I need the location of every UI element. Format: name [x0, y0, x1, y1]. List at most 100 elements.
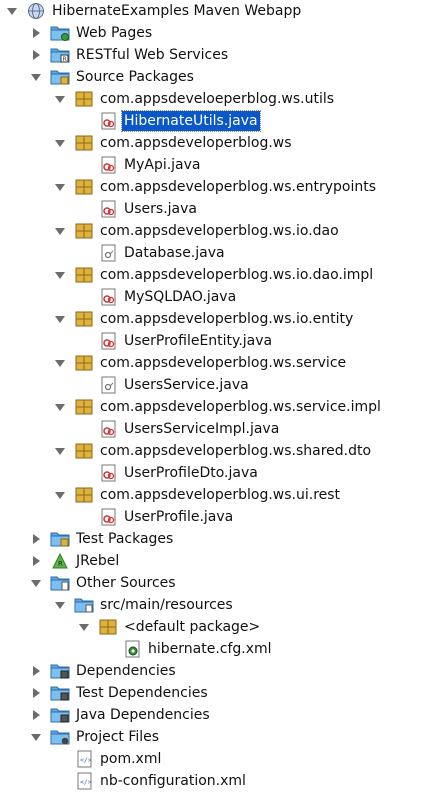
java-class-icon — [98, 508, 118, 526]
project-tree: HibernateExamples Maven Webapp Web Pages R… — [0, 0, 426, 800]
tree-node-com-appsdeveloeperblog-ws-utils[interactable]: com.appsdeveloeperblog.ws.utils — [0, 88, 426, 110]
expand-toggle-right-icon[interactable] — [30, 27, 42, 39]
expand-toggle-down-icon[interactable] — [30, 71, 42, 83]
tree-node-label: com.appsdeveloperblog.ws.io.dao.impl — [100, 267, 374, 283]
package-icon — [98, 618, 118, 636]
tree-node-com-appsdeveloperblog-ws-io-dao-impl[interactable]: com.appsdeveloperblog.ws.io.dao.impl — [0, 264, 426, 286]
tree-node-label: Test Packages — [76, 531, 174, 547]
tree-node-label: com.appsdeveloperblog.ws.io.entity — [100, 311, 354, 327]
expand-toggle-right-icon[interactable] — [30, 687, 42, 699]
tree-node-label: com.appsdeveloperblog.ws.service.impl — [100, 399, 381, 415]
expand-toggle-down-icon[interactable] — [6, 5, 18, 17]
java-class-icon — [98, 420, 118, 438]
tree-node-label: RESTful Web Services — [76, 47, 229, 63]
svg-text:</>: </> — [80, 756, 92, 764]
tree-node-label: com.appsdeveloperblog.ws.io.dao — [100, 223, 339, 239]
rest-services-folder-icon: R — [50, 46, 70, 64]
tree-node-com-appsdeveloperblog-ws-service[interactable]: com.appsdeveloperblog.ws.service — [0, 352, 426, 374]
tree-node-src-main-resources[interactable]: src/main/resources — [0, 594, 426, 616]
tree-node-label: UsersService.java — [124, 377, 249, 393]
tree-node-test-dependencies[interactable]: Test Dependencies — [0, 682, 426, 704]
resources-folder-icon — [74, 596, 94, 614]
tree-node-nb-configuration-xml[interactable]: </> nb-configuration.xml — [0, 770, 426, 792]
expand-toggle-right-icon[interactable] — [30, 555, 42, 567]
tree-node-userprofiledto-java[interactable]: UserProfileDto.java — [0, 462, 426, 484]
tree-node-mysqldao-java[interactable]: MySQLDAO.java — [0, 286, 426, 308]
tree-node-com-appsdeveloperblog-ws[interactable]: com.appsdeveloperblog.ws — [0, 132, 426, 154]
expand-toggle-right-icon[interactable] — [30, 533, 42, 545]
expand-toggle-right-icon[interactable] — [30, 665, 42, 677]
xml-file-icon: </> — [74, 750, 94, 768]
package-icon — [74, 354, 94, 372]
tree-node-label: Users.java — [124, 201, 197, 217]
tree-node-com-appsdeveloperblog-ws-entrypoints[interactable]: com.appsdeveloperblog.ws.entrypoints — [0, 176, 426, 198]
tree-node-database-java[interactable]: Database.java — [0, 242, 426, 264]
tree-node-usersserviceimpl-java[interactable]: UsersServiceImpl.java — [0, 418, 426, 440]
tree-node-users-java[interactable]: Users.java — [0, 198, 426, 220]
web-pages-folder-icon — [50, 24, 70, 42]
expand-toggle-right-icon[interactable] — [30, 709, 42, 721]
java-class-icon — [98, 156, 118, 174]
java-interface-icon — [98, 244, 118, 262]
source-packages-folder-icon — [50, 68, 70, 86]
tree-node-com-appsdeveloperblog-ws-ui-rest[interactable]: com.appsdeveloperblog.ws.ui.rest — [0, 484, 426, 506]
tree-node-label: Web Pages — [76, 25, 153, 41]
expand-toggle-down-icon[interactable] — [54, 357, 66, 369]
expand-toggle-down-icon[interactable] — [54, 269, 66, 281]
tree-node-dependencies[interactable]: Dependencies — [0, 660, 426, 682]
tree-node-com-appsdeveloperblog-ws-io-entity[interactable]: com.appsdeveloperblog.ws.io.entity — [0, 308, 426, 330]
tree-node-userprofileentity-java[interactable]: UserProfileEntity.java — [0, 330, 426, 352]
tree-node-web-pages[interactable]: Web Pages — [0, 22, 426, 44]
tree-node-java-dependencies[interactable]: Java Dependencies — [0, 704, 426, 726]
expand-toggle-right-icon[interactable] — [30, 49, 42, 61]
tree-node-hibernateutils-java[interactable]: HibernateUtils.java — [0, 110, 426, 132]
java-class-icon — [98, 200, 118, 218]
tree-node-hibernate-cfg-xml[interactable]: hibernate.cfg.xml — [0, 638, 426, 660]
tree-node-label: <default package> — [124, 619, 261, 635]
tree-node-jrebel[interactable]: R JRebel — [0, 550, 426, 572]
tree-node-project-files[interactable]: Project Files — [0, 726, 426, 748]
tree-node-myapi-java[interactable]: MyApi.java — [0, 154, 426, 176]
tree-node-default-package[interactable]: <default package> — [0, 616, 426, 638]
package-icon — [74, 310, 94, 328]
tree-node-pom-xml[interactable]: </> pom.xml — [0, 748, 426, 770]
expand-toggle-down-icon[interactable] — [54, 445, 66, 457]
tree-node-label: UserProfile.java — [124, 509, 234, 525]
expand-toggle-down-icon[interactable] — [30, 577, 42, 589]
expand-toggle-down-icon[interactable] — [54, 93, 66, 105]
expand-toggle-down-icon[interactable] — [30, 731, 42, 743]
tree-node-usersservice-java[interactable]: UsersService.java — [0, 374, 426, 396]
java-interface-icon — [98, 376, 118, 394]
tree-node-test-packages[interactable]: Test Packages — [0, 528, 426, 550]
expand-toggle-down-icon[interactable] — [54, 401, 66, 413]
tree-node-label: MySQLDAO.java — [124, 289, 237, 305]
project-files-folder-icon — [50, 728, 70, 746]
tree-node-other-sources[interactable]: Other Sources — [0, 572, 426, 594]
expand-toggle-down-icon[interactable] — [54, 137, 66, 149]
tree-node-label: Other Sources — [76, 575, 176, 591]
tree-node-label: com.appsdeveloperblog.ws.service — [100, 355, 347, 371]
java-class-icon — [98, 288, 118, 306]
tree-node-source-packages[interactable]: Source Packages — [0, 66, 426, 88]
tree-node-label: com.appsdeveloeperblog.ws.utils — [100, 91, 335, 107]
test-packages-folder-icon — [50, 530, 70, 548]
java-class-icon — [98, 332, 118, 350]
tree-node-hibernateexamples-maven-webapp[interactable]: HibernateExamples Maven Webapp — [0, 0, 426, 22]
expand-toggle-down-icon[interactable] — [54, 313, 66, 325]
dependencies-folder-icon — [50, 662, 70, 680]
tree-node-label: com.appsdeveloperblog.ws.shared.dto — [100, 443, 372, 459]
svg-text:</>: </> — [80, 778, 92, 786]
expand-toggle-down-icon[interactable] — [54, 225, 66, 237]
expand-toggle-down-icon[interactable] — [78, 621, 90, 633]
tree-node-label: com.appsdeveloperblog.ws — [100, 135, 292, 151]
tree-node-com-appsdeveloperblog-ws-io-dao[interactable]: com.appsdeveloperblog.ws.io.dao — [0, 220, 426, 242]
dependencies-folder-icon — [50, 706, 70, 724]
expand-toggle-down-icon[interactable] — [54, 181, 66, 193]
expand-toggle-down-icon[interactable] — [54, 489, 66, 501]
tree-node-userprofile-java[interactable]: UserProfile.java — [0, 506, 426, 528]
package-icon — [74, 222, 94, 240]
tree-node-com-appsdeveloperblog-ws-service-impl[interactable]: com.appsdeveloperblog.ws.service.impl — [0, 396, 426, 418]
tree-node-restful-web-services[interactable]: R RESTful Web Services — [0, 44, 426, 66]
expand-toggle-down-icon[interactable] — [54, 599, 66, 611]
tree-node-com-appsdeveloperblog-ws-shared-dto[interactable]: com.appsdeveloperblog.ws.shared.dto — [0, 440, 426, 462]
